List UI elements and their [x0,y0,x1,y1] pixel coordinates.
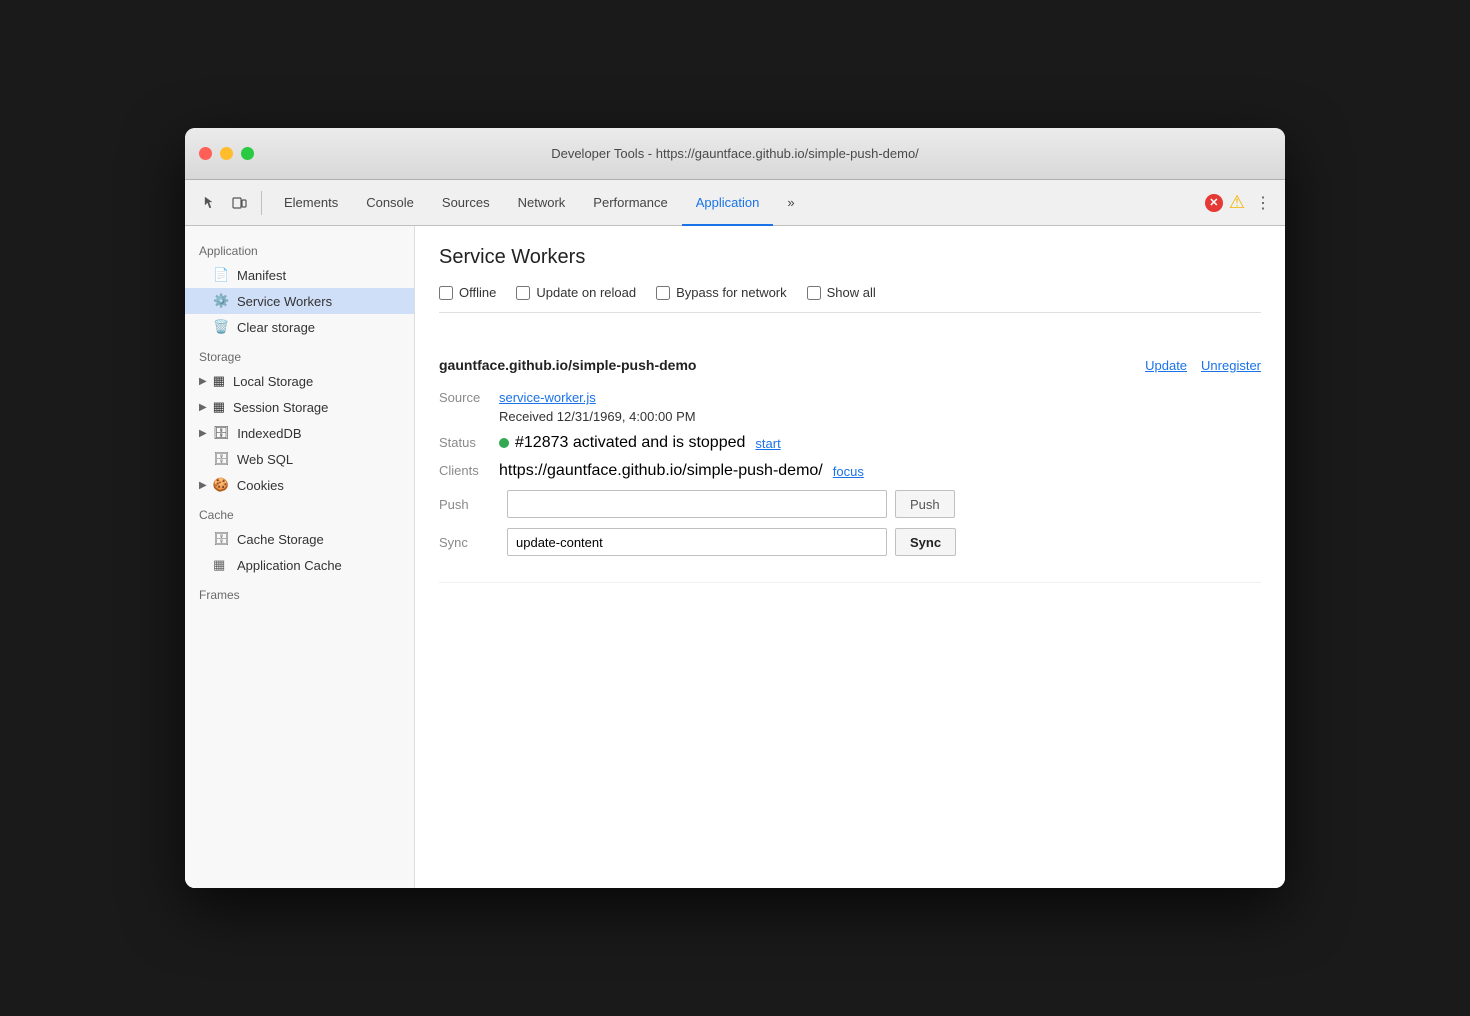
sw-origin: gauntface.github.io/simple-push-demo [439,357,696,373]
cache-storage-icon: 🗄 [213,531,229,547]
tab-sources[interactable]: Sources [428,180,504,226]
local-storage-icon: ▦ [213,373,225,389]
main-content: Application 📄 Manifest ⚙️ Service Worker… [185,226,1285,888]
sidebar-item-cookies[interactable]: ▶ 🍪 Cookies [185,472,414,498]
push-input[interactable] [507,490,887,518]
status-label: Status [439,434,499,450]
received-text: Received 12/31/1969, 4:00:00 PM [499,409,696,424]
sidebar: Application 📄 Manifest ⚙️ Service Worker… [185,226,415,888]
show-all-option[interactable]: Show all [807,285,876,300]
sw-status-row: Status #12873 activated and is stopped s… [439,434,1261,452]
focus-link[interactable]: focus [833,464,864,479]
service-worker-content: gauntface.github.io/simple-push-demo Upd… [415,325,1285,599]
sw-actions: Update Unregister [1145,358,1261,373]
sidebar-item-manifest[interactable]: 📄 Manifest [185,262,414,288]
arrow-icon: ▶ [199,402,207,413]
arrow-icon: ▶ [199,480,207,491]
sidebar-item-clear-storage[interactable]: 🗑️ Clear storage [185,314,414,340]
update-link[interactable]: Update [1145,358,1187,373]
more-options-button[interactable]: ⋮ [1251,191,1275,215]
arrow-icon: ▶ [199,428,207,439]
minimize-button[interactable] [220,147,233,160]
toolbar: Elements Console Sources Network Perform… [185,180,1285,226]
window-title: Developer Tools - https://gauntface.gith… [551,146,919,161]
status-indicator [499,438,509,448]
bypass-network-checkbox[interactable] [656,286,670,300]
websql-icon: 🗄 [213,451,229,467]
sw-clients-value: https://gauntface.github.io/simple-push-… [499,462,864,480]
tab-more[interactable]: » [773,180,808,226]
maximize-button[interactable] [241,147,254,160]
tab-application[interactable]: Application [682,180,774,226]
sw-origin-row: gauntface.github.io/simple-push-demo Upd… [439,357,1261,373]
clients-label: Clients [439,462,499,478]
bypass-network-option[interactable]: Bypass for network [656,285,787,300]
device-icon[interactable] [225,189,253,217]
indexeddb-icon: 🗄 [213,425,230,441]
error-badge: ✕ [1205,194,1223,212]
sidebar-section-application: Application [185,234,414,262]
panel-header: Service Workers Offline Update on reload… [415,226,1285,325]
sidebar-section-storage: Storage [185,340,414,368]
push-label: Push [439,497,499,512]
update-on-reload-option[interactable]: Update on reload [516,285,636,300]
sw-source-row: Source service-worker.js Received 12/31/… [439,389,1261,424]
source-label: Source [439,389,499,405]
session-storage-icon: ▦ [213,399,225,415]
inspect-icon[interactable] [195,189,223,217]
tab-console[interactable]: Console [352,180,428,226]
sync-row: Sync Sync [439,528,1261,556]
status-text: #12873 activated and is stopped [515,434,745,452]
sidebar-item-local-storage[interactable]: ▶ ▦ Local Storage [185,368,414,394]
sidebar-section-cache: Cache [185,498,414,526]
update-on-reload-checkbox[interactable] [516,286,530,300]
show-all-checkbox[interactable] [807,286,821,300]
sidebar-item-session-storage[interactable]: ▶ ▦ Session Storage [185,394,414,420]
start-link[interactable]: start [755,436,780,451]
toolbar-tabs: Elements Console Sources Network Perform… [270,180,1203,225]
tab-elements[interactable]: Elements [270,180,352,226]
sw-entry: gauntface.github.io/simple-push-demo Upd… [439,341,1261,583]
sync-label: Sync [439,535,499,550]
sidebar-item-cache-storage[interactable]: 🗄 Cache Storage [185,526,414,552]
titlebar: Developer Tools - https://gauntface.gith… [185,128,1285,180]
unregister-link[interactable]: Unregister [1201,358,1261,373]
offline-option[interactable]: Offline [439,285,496,300]
close-button[interactable] [199,147,212,160]
push-button[interactable]: Push [895,490,955,518]
panel-title: Service Workers [439,246,1261,269]
sidebar-item-application-cache[interactable]: ▦ Application Cache [185,552,414,578]
trash-icon: 🗑️ [213,319,229,335]
clients-url: https://gauntface.github.io/simple-push-… [499,462,823,480]
devtools-window: Developer Tools - https://gauntface.gith… [185,128,1285,888]
cookies-icon: 🍪 [213,477,229,493]
push-row: Push Push [439,490,1261,518]
tab-network[interactable]: Network [504,180,580,226]
offline-checkbox[interactable] [439,286,453,300]
gear-icon: ⚙️ [213,293,229,309]
panel-options: Offline Update on reload Bypass for netw… [439,285,1261,313]
source-link[interactable]: service-worker.js [499,390,596,405]
tab-performance[interactable]: Performance [579,180,681,226]
warning-badge: ⚠ [1229,192,1245,213]
manifest-icon: 📄 [213,267,229,283]
main-panel: Service Workers Offline Update on reload… [415,226,1285,888]
sidebar-item-service-workers[interactable]: ⚙️ Service Workers [185,288,414,314]
sidebar-item-web-sql[interactable]: 🗄 Web SQL [185,446,414,472]
toolbar-divider [261,191,262,215]
sidebar-item-indexeddb[interactable]: ▶ 🗄 IndexedDB [185,420,414,446]
sidebar-section-frames: Frames [185,578,414,606]
sw-status-value: #12873 activated and is stopped start [499,434,781,452]
sync-button[interactable]: Sync [895,528,956,556]
sw-clients-row: Clients https://gauntface.github.io/simp… [439,462,1261,480]
app-cache-icon: ▦ [213,557,229,573]
sync-input[interactable] [507,528,887,556]
window-controls [199,147,254,160]
toolbar-right: ✕ ⚠ ⋮ [1205,191,1275,215]
arrow-icon: ▶ [199,376,207,387]
